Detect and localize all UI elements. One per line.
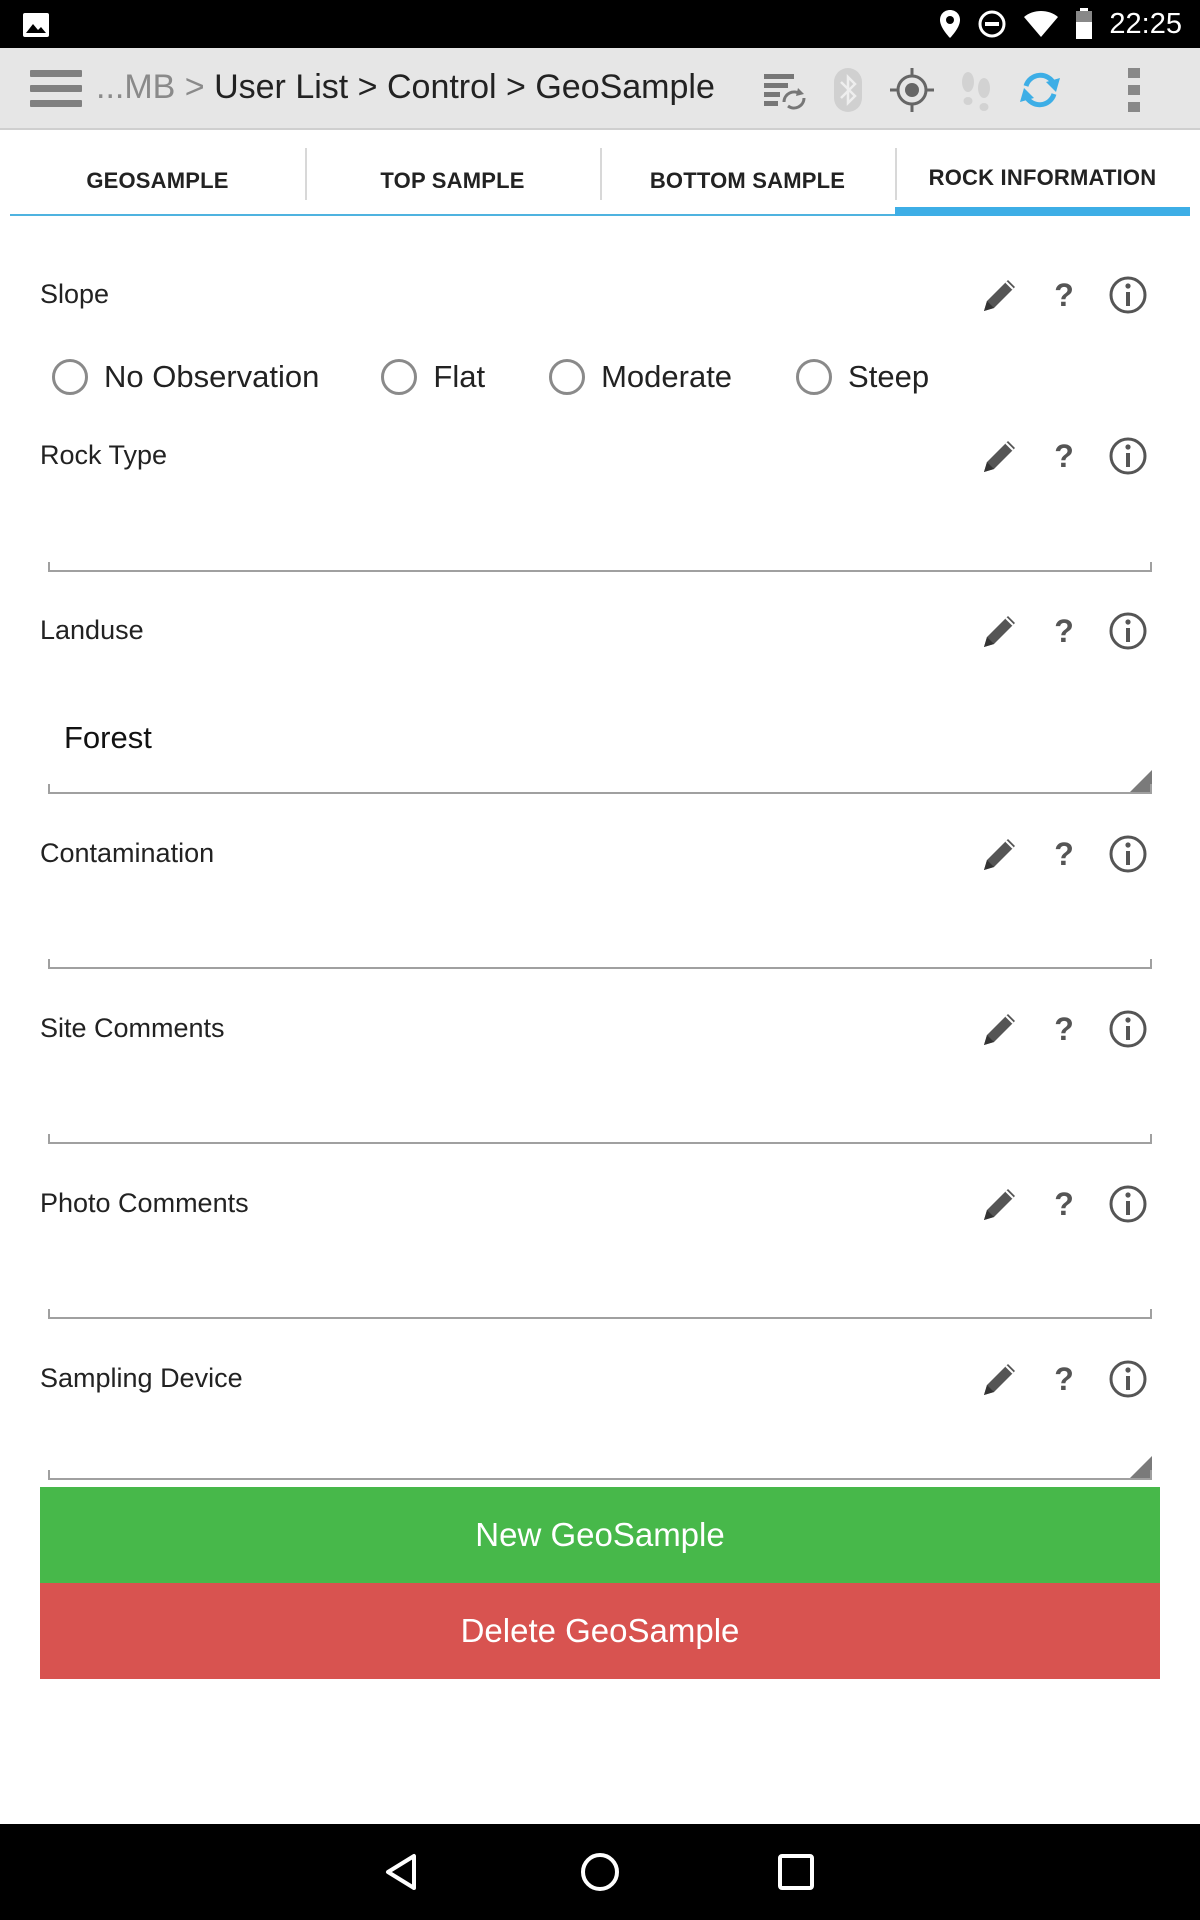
slope-label: Slope xyxy=(40,279,110,309)
slope-option-steep[interactable]: Steep xyxy=(796,359,929,395)
pencil-icon[interactable] xyxy=(978,832,1022,876)
radio-label: Steep xyxy=(848,359,930,394)
sampling-device-field-actions: ? xyxy=(978,1357,1158,1405)
slope-option-flat[interactable]: Flat xyxy=(381,359,485,395)
slope-option-no-observation[interactable]: No Observation xyxy=(52,359,319,395)
radio-circle[interactable] xyxy=(549,359,586,395)
slope-field-actions: ? xyxy=(978,273,1158,321)
tab-bottom-sample[interactable]: BOTTOM SAMPLE xyxy=(600,148,895,216)
tab-geosample[interactable]: GEOSAMPLE xyxy=(10,148,305,216)
photo-comments-field-actions: ? xyxy=(978,1182,1158,1230)
contamination-input-underline[interactable] xyxy=(48,959,1152,969)
landuse-field-actions: ? xyxy=(978,609,1158,657)
radio-label: No Observation xyxy=(104,359,320,394)
contamination-field-actions: ? xyxy=(978,832,1158,880)
info-icon[interactable] xyxy=(1106,273,1150,317)
info-icon[interactable] xyxy=(1106,609,1150,653)
tab-bar: GEOSAMPLE TOP SAMPLE BOTTOM SAMPLE ROCK … xyxy=(10,148,1190,216)
help-icon[interactable]: ? xyxy=(1042,1182,1086,1226)
battery-icon xyxy=(1076,8,1093,39)
recents-icon[interactable] xyxy=(772,1848,820,1896)
home-icon[interactable] xyxy=(576,1848,624,1896)
help-icon[interactable]: ? xyxy=(1042,273,1086,317)
clock: 22:25 xyxy=(1109,7,1182,40)
sampling-device-label: Sampling Device xyxy=(40,1363,243,1393)
breadcrumb-prefix[interactable]: ...MB > xyxy=(96,68,205,106)
help-icon[interactable]: ? xyxy=(1042,434,1086,478)
info-icon[interactable] xyxy=(1106,434,1150,478)
pencil-icon[interactable] xyxy=(978,434,1022,478)
pencil-icon[interactable] xyxy=(978,273,1022,317)
radio-label: Flat xyxy=(433,359,486,394)
help-icon[interactable]: ? xyxy=(1042,1357,1086,1401)
breadcrumb-path[interactable]: User List > Control > GeoSample xyxy=(214,68,715,106)
slope-option-moderate[interactable]: Moderate xyxy=(549,359,732,395)
bluetooth-icon[interactable] xyxy=(824,66,872,114)
delete-geosample-button[interactable]: Delete GeoSample xyxy=(40,1583,1160,1679)
rock-type-field-actions: ? xyxy=(978,434,1158,482)
dropdown-arrow-icon[interactable] xyxy=(1130,770,1152,792)
sync-list-icon[interactable] xyxy=(760,66,808,114)
back-icon[interactable] xyxy=(380,1848,428,1896)
radio-circle[interactable] xyxy=(796,359,833,395)
footsteps-icon[interactable] xyxy=(952,66,1000,114)
site-comments-input-underline[interactable] xyxy=(48,1134,1152,1144)
landuse-select[interactable]: Forest xyxy=(64,720,152,756)
radio-label: Moderate xyxy=(601,359,733,394)
info-icon[interactable] xyxy=(1106,1357,1150,1401)
info-icon[interactable] xyxy=(1106,1007,1150,1051)
status-bar: 22:25 xyxy=(0,0,1200,48)
pencil-icon[interactable] xyxy=(978,609,1022,653)
do-not-disturb-icon xyxy=(978,10,1006,38)
overflow-menu-icon[interactable] xyxy=(1110,66,1158,114)
help-icon[interactable]: ? xyxy=(1042,609,1086,653)
info-icon[interactable] xyxy=(1106,1182,1150,1226)
refresh-icon[interactable] xyxy=(1016,66,1064,114)
wifi-icon xyxy=(1024,11,1059,37)
radio-circle[interactable] xyxy=(52,359,88,395)
sampling-device-select-underline[interactable] xyxy=(48,1470,1152,1480)
pencil-icon[interactable] xyxy=(978,1182,1022,1226)
image-icon xyxy=(23,13,49,37)
action-bar: ...MB > User List > Control > GeoSample xyxy=(0,48,1200,130)
slope-radio-group: No Observation Flat Moderate Steep xyxy=(52,357,929,397)
rock-type-label: Rock Type xyxy=(40,440,168,470)
help-icon[interactable]: ? xyxy=(1042,1007,1086,1051)
menu-icon[interactable] xyxy=(30,70,82,110)
site-comments-field-actions: ? xyxy=(978,1007,1158,1055)
site-comments-label: Site Comments xyxy=(40,1013,225,1043)
gps-target-icon[interactable] xyxy=(888,66,936,114)
tab-top-sample[interactable]: TOP SAMPLE xyxy=(305,148,600,216)
dropdown-arrow-icon[interactable] xyxy=(1130,1456,1152,1478)
tab-rock-information[interactable]: ROCK INFORMATION xyxy=(895,148,1190,216)
contamination-label: Contamination xyxy=(40,838,215,868)
help-icon[interactable]: ? xyxy=(1042,832,1086,876)
photo-comments-label: Photo Comments xyxy=(40,1188,249,1218)
pencil-icon[interactable] xyxy=(978,1357,1022,1401)
navigation-bar xyxy=(0,1824,1200,1920)
rock-type-input-underline[interactable] xyxy=(48,562,1152,572)
breadcrumb[interactable]: ...MB > User List > Control > GeoSample xyxy=(96,68,715,107)
new-geosample-button[interactable]: New GeoSample xyxy=(40,1487,1160,1583)
location-icon xyxy=(940,10,961,38)
landuse-select-underline[interactable] xyxy=(48,784,1152,794)
pencil-icon[interactable] xyxy=(978,1007,1022,1051)
info-icon[interactable] xyxy=(1106,832,1150,876)
photo-comments-input-underline[interactable] xyxy=(48,1309,1152,1319)
radio-circle[interactable] xyxy=(381,359,418,395)
landuse-label: Landuse xyxy=(40,615,144,645)
